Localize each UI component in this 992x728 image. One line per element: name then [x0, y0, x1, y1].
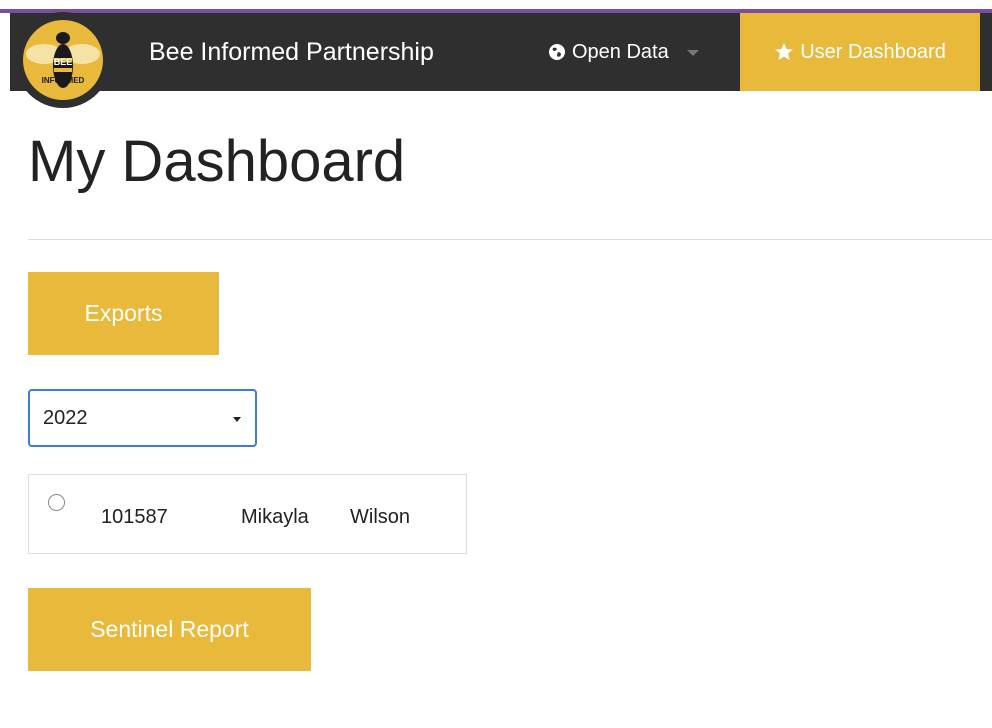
record-list-item: 101587 Mikayla Wilson — [28, 474, 467, 554]
year-select-value: 2022 — [43, 406, 88, 429]
user-dashboard-tab[interactable]: User Dashboard — [740, 13, 980, 91]
open-data-label: Open Data — [572, 41, 669, 63]
bee-informed-logo[interactable]: BEE INFORMED — [15, 12, 111, 108]
record-last-name: Wilson — [350, 506, 411, 528]
caret-down-icon — [233, 417, 241, 422]
star-icon — [775, 43, 794, 60]
globe-icon — [549, 44, 565, 60]
page-title: My Dashboard — [28, 129, 406, 194]
top-accent-bar — [0, 0, 992, 13]
year-select[interactable]: 2022 — [28, 389, 257, 447]
record-radio[interactable] — [48, 494, 65, 511]
logo-text-bottom: INFORMED — [42, 76, 85, 85]
chevron-down-icon — [686, 50, 699, 56]
record-first-name: Mikayla — [241, 506, 309, 528]
logo-text-top: BEE — [54, 57, 73, 67]
open-data-menu[interactable]: Open Data — [548, 13, 699, 91]
user-dashboard-label: User Dashboard — [800, 40, 946, 63]
divider — [28, 239, 992, 240]
exports-button[interactable]: Exports — [28, 272, 219, 355]
sentinel-report-button[interactable]: Sentinel Report — [28, 588, 311, 671]
record-id: 101587 — [101, 506, 168, 528]
bee-logo-icon: BEE INFORMED — [23, 20, 103, 100]
brand-link[interactable]: Bee Informed Partnership — [149, 13, 434, 91]
